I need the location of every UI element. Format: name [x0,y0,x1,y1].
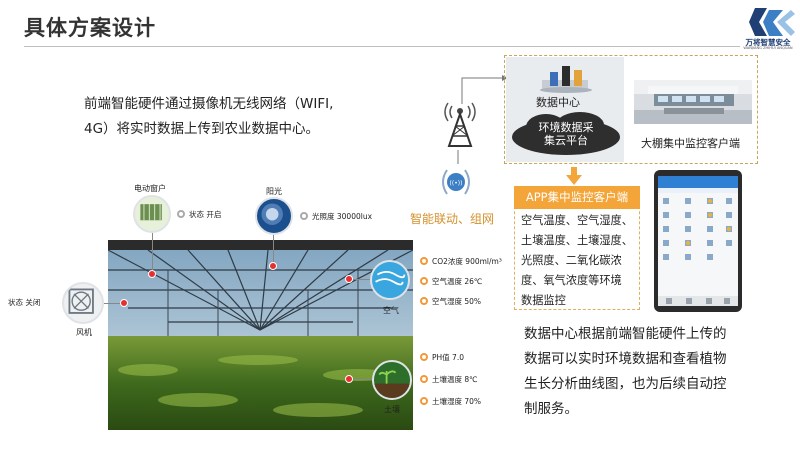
mobile-app-screenshot [654,170,742,312]
description-line: 数据可以实时环境数据和查看植物 [524,351,727,367]
window-connector [152,233,153,273]
svg-text:((•)): ((•)) [450,180,463,187]
status-dot [420,277,428,285]
soil-ph-value: PH值 7.0 [432,353,464,362]
status-dot [300,212,308,220]
intro-line-2: 4G）将实时数据上传到农业数据中心。 [84,121,320,137]
cloud-label-line-1: 环境数据采 [538,121,594,134]
air-temperature-value: 空气温度 26℃ [432,277,483,286]
app-line: 数据监控 [521,294,566,307]
soil-reading-humidity: 土壤湿度 70% [420,396,481,407]
status-dot [177,210,185,218]
fan-sensor-marker [120,299,128,307]
status-dot [420,375,428,383]
air-humidity-value: 空气湿度 50% [432,297,482,306]
status-dot [420,353,428,361]
window-status: 状态 开启 [177,209,221,220]
logo-company-subtitle: WANJIANG ZHIHUI ANQUAN [743,46,793,50]
window-label: 电动窗户 [134,184,166,193]
title-divider [24,46,740,47]
status-dot [420,397,428,405]
soil-icon [372,360,412,400]
description-line: 制服务。 [524,401,578,417]
app-client-description: 空气温度、空气湿度、 土壤温度、土壤湿度、 光照度、二氧化碳浓 度、氧气浓度等环… [521,211,637,311]
app-line: 度、氧气浓度等环境 [521,274,622,287]
soil-reading-ph: PH值 7.0 [420,352,464,363]
light-reading: 光照度 30000lux [300,211,372,222]
page-title: 具体方案设计 [24,16,156,40]
app-line: 空气温度、空气湿度、 [521,214,633,227]
soil-sensor-marker [345,375,353,383]
soil-reading-temperature: 土壤温度 8℃ [420,374,478,385]
air-reading-humidity: 空气湿度 50% [420,296,481,307]
soil-humidity-value: 土壤湿度 70% [432,397,482,406]
soil-temperature-value: 土壤温度 8℃ [432,375,478,384]
signal-tower-icon [444,102,476,147]
app-line: 光照度、二氧化碳浓 [521,254,622,267]
app-line: 土壤温度、土壤湿度、 [521,234,633,247]
data-center-description: 数据中心根据前端智能硬件上传的 数据可以实时环境数据和查看植物 生长分析曲线图，… [524,322,754,422]
monitoring-room-image [634,80,752,124]
air-reading-temperature: 空气温度 26℃ [420,276,482,287]
wireless-signal-icon: ((•)) [442,169,470,195]
window-sensor-marker [148,270,156,278]
light-sensor-marker [269,262,277,270]
air-sensor-marker [345,275,353,283]
arrow-down-icon [566,167,582,185]
window-status-text: 状态 开启 [189,210,222,219]
intro-text: 前端智能硬件通过摄像机无线网络（WIFI, 4G）将实时数据上传到农业数据中心。 [84,92,384,142]
sun-icon [255,197,293,235]
status-dot [420,297,428,305]
description-line: 数据中心根据前端智能硬件上传的 [524,326,727,342]
linkage-network-label: 智能联动、组网 [410,212,495,226]
air-reading-co2: CO2浓度 900ml/m³ [420,256,502,267]
air-co2-value: CO2浓度 900ml/m³ [432,257,502,266]
air-icon [370,260,410,300]
monitoring-room-label: 大棚集中监控客户端 [641,137,740,150]
window-icon [133,195,171,233]
air-connector [352,279,370,280]
fan-icon [62,282,104,324]
description-line: 生长分析曲线图，也为后续自动控 [524,376,727,392]
soil-label: 土壤 [384,405,400,414]
intro-line-1: 前端智能硬件通过摄像机无线网络（WIFI, [84,96,334,112]
data-center-label: 数据中心 [536,96,580,109]
fan-status: 状态 关闭 [8,298,41,307]
light-connector [273,235,274,265]
light-value: 光照度 30000lux [312,212,373,221]
fan-label: 风机 [76,328,92,337]
cloud-label-line-2: 集云平台 [544,134,588,147]
cloud-platform-label: 环境数据采 集云平台 [520,121,612,147]
light-label: 阳光 [266,187,282,196]
soil-connector [352,379,372,380]
app-client-header: APP集中监控客户端 [514,186,640,209]
status-dot [420,257,428,265]
air-label: 空气 [383,306,399,315]
server-icon [540,66,592,93]
greenhouse-image [108,240,413,430]
